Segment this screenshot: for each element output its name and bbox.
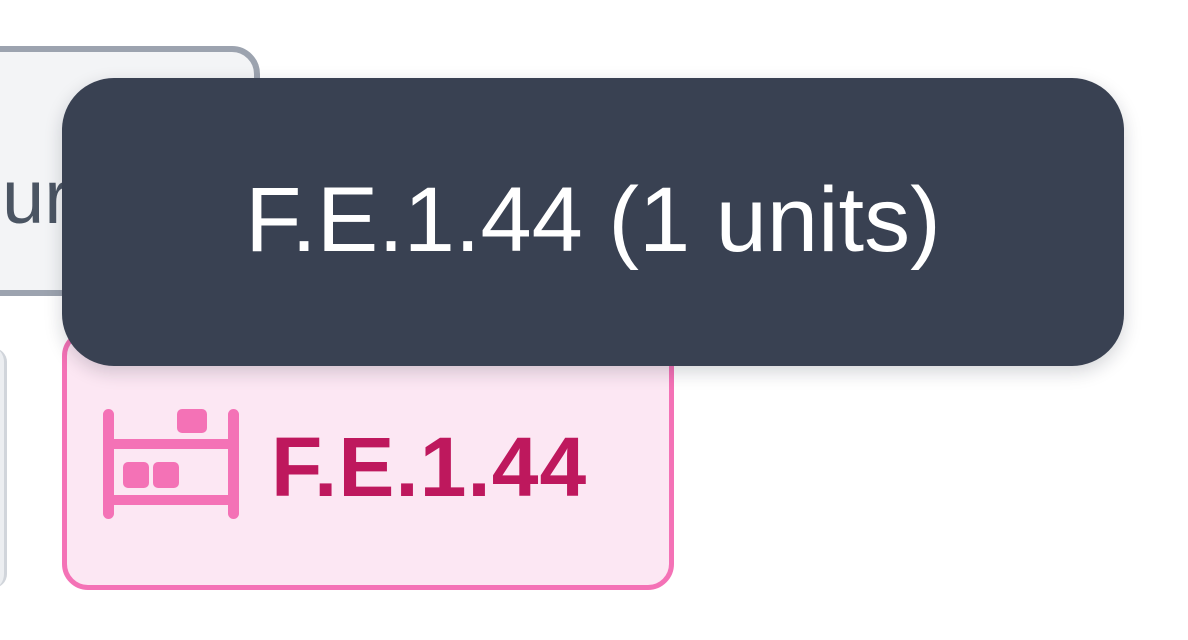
canvas: ur F.E.1.44 F.E.1.44 (1 units) xyxy=(0,0,1188,640)
tooltip-text: F.E.1.44 (1 units) xyxy=(245,169,941,271)
tooltip: F.E.1.44 (1 units) xyxy=(62,78,1124,366)
background-chip-label: ur xyxy=(2,155,70,240)
location-chip[interactable]: F.E.1.44 xyxy=(62,330,674,590)
adjacent-chip-edge[interactable] xyxy=(0,348,7,588)
shelf-icon xyxy=(103,409,239,519)
location-label: F.E.1.44 xyxy=(271,420,588,514)
